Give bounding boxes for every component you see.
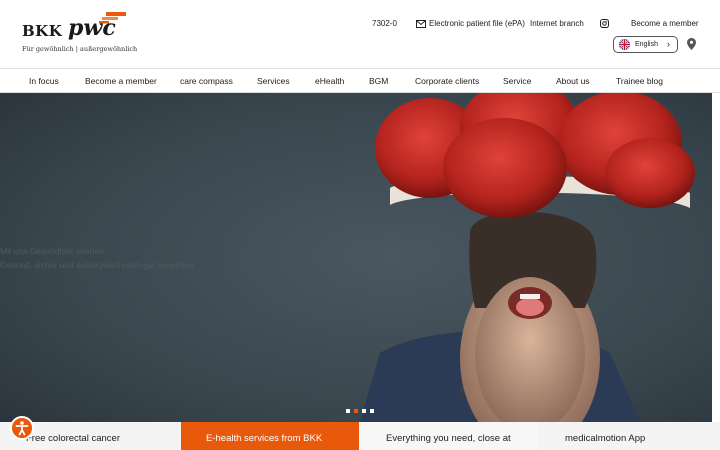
nav-item-care-compass[interactable]: care compass bbox=[180, 76, 233, 86]
epa-label: Electronic patient file (ePA) bbox=[429, 19, 525, 28]
slider-dot-4[interactable] bbox=[370, 409, 374, 413]
hero-image bbox=[0, 93, 712, 422]
slider-dot-3[interactable] bbox=[362, 409, 366, 413]
chevron-right-icon: › bbox=[667, 39, 670, 49]
epa-link[interactable]: Electronic patient file (ePA) bbox=[416, 19, 525, 28]
pwc-logo-mark bbox=[99, 12, 126, 24]
logo-bkk-text: BKK bbox=[22, 22, 63, 40]
card-medicalmotion-app[interactable]: medicalmotion App bbox=[539, 422, 720, 450]
bkk-pwc-logo[interactable]: BKK pwc Für gewöhnlich | außergewöhnlich bbox=[22, 12, 137, 57]
hero-slider[interactable]: Mit uns Gesundheit erleben Gesund, siche… bbox=[0, 93, 712, 422]
slider-pagination bbox=[346, 409, 374, 413]
language-label: English bbox=[635, 41, 658, 48]
logo-tagline: Für gewöhnlich | außergewöhnlich bbox=[22, 45, 138, 53]
location-pin-icon[interactable] bbox=[687, 38, 696, 50]
card-title: medicalmotion App bbox=[565, 433, 646, 444]
phone-link[interactable]: 7302-0 bbox=[372, 19, 397, 28]
nav-item-become-member[interactable]: Become a member bbox=[85, 76, 157, 86]
card-ehealth-services[interactable]: E-health services from BKK bbox=[181, 422, 359, 450]
nav-item-trainee-blog[interactable]: Trainee blog bbox=[616, 76, 663, 86]
accessibility-button[interactable] bbox=[10, 416, 34, 440]
uk-flag-icon bbox=[619, 39, 630, 50]
nav-item-service[interactable]: Service bbox=[503, 76, 531, 86]
main-navigation: In focus Become a member care compass Se… bbox=[0, 68, 720, 93]
accessibility-icon bbox=[15, 421, 29, 436]
card-title: Everything you need, close at bbox=[386, 433, 511, 444]
internet-branch-link[interactable]: Internet branch bbox=[530, 19, 584, 28]
become-member-link[interactable]: Become a member bbox=[631, 19, 699, 28]
instagram-link[interactable] bbox=[600, 19, 609, 28]
nav-item-bgm[interactable]: BGM bbox=[369, 76, 388, 86]
nav-item-corporate-clients[interactable]: Corporate clients bbox=[415, 76, 479, 86]
card-everything-close[interactable]: Everything you need, close at bbox=[359, 422, 539, 450]
language-selector[interactable]: English › bbox=[613, 36, 678, 53]
hero-subline: Gesund, sicher und außergewöhnlich gut v… bbox=[0, 260, 195, 270]
nav-item-ehealth[interactable]: eHealth bbox=[315, 76, 344, 86]
nav-item-in-focus[interactable]: In focus bbox=[29, 76, 59, 86]
slider-dot-2[interactable] bbox=[354, 409, 358, 413]
teaser-cards: Free colorectal cancer E-health services… bbox=[0, 422, 720, 450]
site-header: BKK pwc Für gewöhnlich | außergewöhnlich… bbox=[0, 0, 720, 68]
mail-icon bbox=[416, 19, 426, 28]
card-title: E-health services from BKK bbox=[206, 433, 323, 444]
nav-item-services[interactable]: Services bbox=[257, 76, 290, 86]
card-title: Free colorectal cancer bbox=[26, 433, 120, 444]
hero-headline: Mit uns Gesundheit erleben bbox=[0, 246, 104, 256]
nav-item-about-us[interactable]: About us bbox=[556, 76, 590, 86]
slider-dot-1[interactable] bbox=[346, 409, 350, 413]
instagram-icon bbox=[600, 19, 609, 28]
